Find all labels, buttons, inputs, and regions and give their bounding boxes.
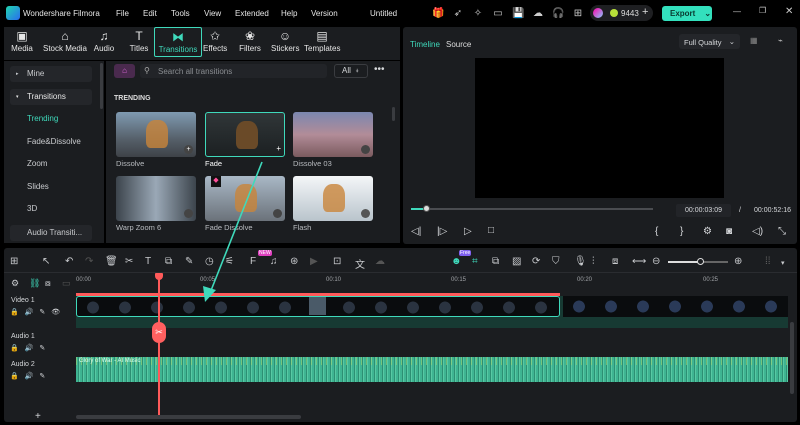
annotation-arrow xyxy=(203,161,263,302)
